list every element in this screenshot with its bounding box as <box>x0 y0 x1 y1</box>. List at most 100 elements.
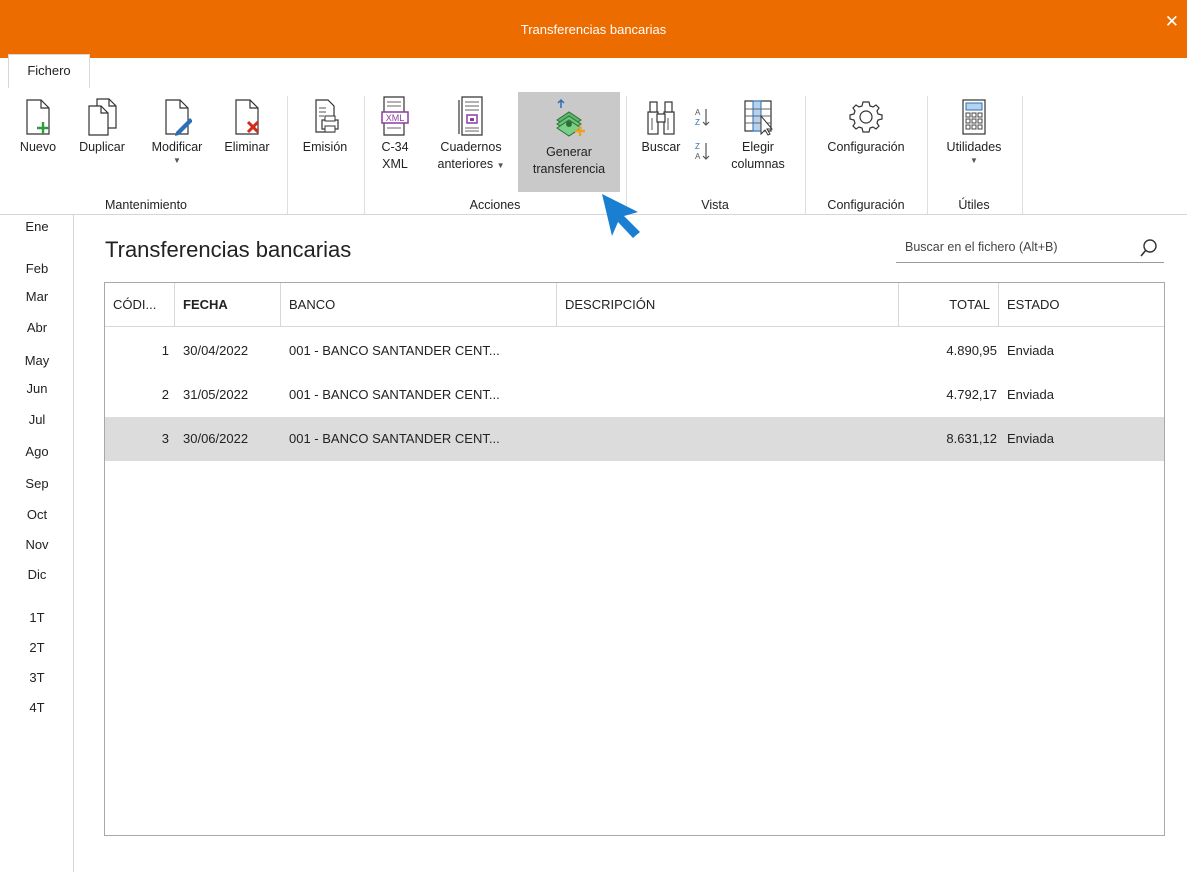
new-document-icon <box>23 98 53 136</box>
duplicar-button[interactable]: Duplicar <box>70 88 134 156</box>
month-ene[interactable]: Ene <box>0 219 74 234</box>
transfers-table: CÓDI... FECHA BANCO DESCRIPCIÓN TOTAL ES… <box>104 282 1165 836</box>
month-feb[interactable]: Feb <box>0 261 74 276</box>
column-header-estado[interactable]: ESTADO <box>999 283 1164 327</box>
elegir-label: Elegir <box>742 140 774 154</box>
column-header-fecha[interactable]: FECHA <box>175 283 281 327</box>
configuracion-label: Configuración <box>827 140 905 154</box>
duplicate-icon <box>85 98 119 136</box>
column-header-total[interactable]: TOTAL <box>899 283 999 327</box>
chevron-down-icon: ▼ <box>496 161 505 170</box>
search-box <box>896 236 1164 263</box>
month-may[interactable]: May <box>0 353 74 368</box>
binoculars-icon <box>644 98 678 136</box>
quarter-3t[interactable]: 3T <box>0 670 74 685</box>
page-title: Transferencias bancarias <box>105 237 352 262</box>
quarter-1t[interactable]: 1T <box>0 610 74 625</box>
ribbon: Nuevo Duplicar Modificar ▼ Eliminar Emis… <box>0 88 1187 215</box>
quarter-2t[interactable]: 2T <box>0 640 74 655</box>
table-row-selected[interactable]: 3 30/06/2022 001 - BANCO SANTANDER CENT.… <box>105 417 1164 461</box>
sort-ascending-button[interactable]: AZ <box>690 106 714 128</box>
cell-fecha: 30/06/2022 <box>183 431 249 446</box>
elegir-columnas-button[interactable]: Elegir columnas <box>720 88 796 173</box>
generar-label-2: transferencia <box>532 162 606 176</box>
column-header-codigo[interactable]: CÓDI... <box>105 283 175 327</box>
cell-codigo: 3 <box>161 431 169 446</box>
buscar-label: Buscar <box>641 140 681 154</box>
group-label-acciones: Acciones <box>469 198 521 212</box>
mouse-pointer-icon <box>600 192 644 243</box>
search-input[interactable] <box>905 240 1125 254</box>
month-nov[interactable]: Nov <box>0 537 74 552</box>
generar-label: Generar <box>546 145 592 159</box>
svg-text:A: A <box>695 152 701 161</box>
month-jun[interactable]: Jun <box>0 381 74 396</box>
cell-codigo: 1 <box>161 343 169 358</box>
configuracion-button[interactable]: Configuración <box>811 88 921 156</box>
sort-az-icon: AZ <box>692 106 712 128</box>
group-label-configuracion: Configuración <box>827 198 905 212</box>
utilidades-label: Utilidades <box>946 140 1002 154</box>
elegir-label-2: columnas <box>731 157 785 171</box>
c34-label: C-34 <box>381 140 409 154</box>
cell-fecha: 31/05/2022 <box>183 387 249 402</box>
utilidades-button[interactable]: Utilidades ▼ <box>933 88 1015 166</box>
column-header-banco[interactable]: BANCO <box>281 283 557 327</box>
month-dic[interactable]: Dic <box>0 567 74 582</box>
cell-total: 4.890,95 <box>946 343 997 358</box>
svg-text:XML: XML <box>386 113 405 123</box>
cuadernos-label-2: anteriores <box>437 157 494 171</box>
modificar-label: Modificar <box>151 140 203 154</box>
month-abr[interactable]: Abr <box>0 320 74 335</box>
period-filter-list: Ene Feb Mar Abr May Jun Jul Ago Sep Oct … <box>0 215 74 872</box>
search-icon[interactable] <box>1140 238 1158 261</box>
month-mar[interactable]: Mar <box>0 289 74 304</box>
cell-fecha: 30/04/2022 <box>183 343 249 358</box>
cuadernos-anteriores-button[interactable]: Cuadernos anteriores ▼ <box>426 88 516 174</box>
duplicar-label: Duplicar <box>79 140 125 154</box>
svg-text:A: A <box>695 108 701 117</box>
choose-columns-icon <box>741 98 775 136</box>
cell-descripcion <box>565 373 895 417</box>
month-jul[interactable]: Jul <box>0 412 74 427</box>
table-row[interactable]: 1 30/04/2022 001 - BANCO SANTANDER CENT.… <box>105 329 1164 373</box>
window-title: Transferencias bancarias <box>520 22 667 37</box>
cell-descripcion <box>565 329 895 373</box>
group-label-vista: Vista <box>701 198 729 212</box>
delete-document-icon <box>232 98 262 136</box>
month-ago[interactable]: Ago <box>0 444 74 459</box>
nuevo-button[interactable]: Nuevo <box>14 88 62 156</box>
buscar-button[interactable]: Buscar <box>634 88 688 156</box>
ribbon-separator <box>364 96 365 214</box>
group-label-mantenimiento: Mantenimiento <box>105 198 187 212</box>
c34-xml-button[interactable]: XML C-34 XML <box>370 88 420 173</box>
cell-banco: 001 - BANCO SANTANDER CENT... <box>289 343 500 358</box>
svg-text:Z: Z <box>695 118 700 127</box>
emision-button[interactable]: Emisión <box>293 88 357 156</box>
sort-descending-button[interactable]: ZA <box>690 140 714 162</box>
table-row[interactable]: 2 31/05/2022 001 - BANCO SANTANDER CENT.… <box>105 373 1164 417</box>
month-oct[interactable]: Oct <box>0 507 74 522</box>
modificar-button[interactable]: Modificar ▼ <box>140 88 214 166</box>
money-transfer-icon <box>549 98 589 138</box>
cuadernos-label-2-wrap: anteriores ▼ <box>426 156 516 174</box>
cell-total: 8.631,12 <box>946 431 997 446</box>
generar-transferencia-button[interactable]: Generar transferencia <box>518 92 620 192</box>
cell-estado: Enviada <box>1007 343 1054 358</box>
nuevo-label: Nuevo <box>19 140 57 154</box>
edit-document-icon <box>162 98 193 136</box>
title-bar: Transferencias bancarias ✕ <box>0 0 1187 58</box>
eliminar-button[interactable]: Eliminar <box>216 88 278 156</box>
tab-fichero[interactable]: Fichero <box>8 54 90 88</box>
quarter-4t[interactable]: 4T <box>0 700 74 715</box>
ribbon-separator <box>927 96 928 214</box>
table-header: CÓDI... FECHA BANCO DESCRIPCIÓN TOTAL ES… <box>105 283 1164 327</box>
cell-banco: 001 - BANCO SANTANDER CENT... <box>289 387 500 402</box>
month-sep[interactable]: Sep <box>0 476 74 491</box>
cell-banco: 001 - BANCO SANTANDER CENT... <box>289 431 500 446</box>
cell-codigo: 2 <box>161 387 169 402</box>
close-icon[interactable]: ✕ <box>1165 12 1179 32</box>
chevron-down-icon: ▼ <box>173 156 181 165</box>
group-label-utiles: Útiles <box>958 198 990 212</box>
column-header-descripcion[interactable]: DESCRIPCIÓN <box>557 283 899 327</box>
